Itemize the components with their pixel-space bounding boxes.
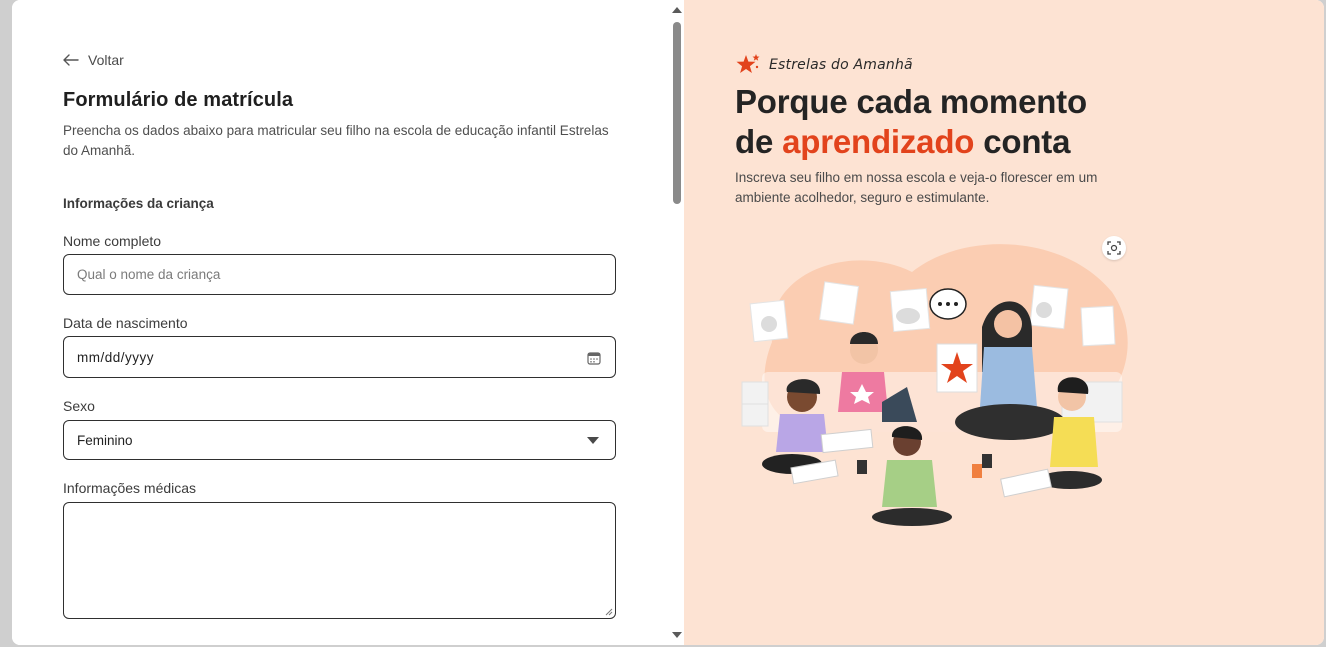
back-link[interactable]: Voltar [63, 52, 124, 68]
full-name-input[interactable] [77, 255, 577, 294]
sex-selected-value: Feminino [77, 432, 133, 448]
hero-headline: Porque cada momento de aprendizado conta [735, 82, 1295, 162]
scroll-up-arrow-icon[interactable] [672, 7, 682, 13]
star-logo-icon [736, 54, 760, 73]
form-panel: Voltar Formulário de matrícula Preencha … [12, 0, 684, 645]
back-label: Voltar [88, 52, 124, 68]
headline-line-1: Porque cada momento [735, 83, 1087, 120]
scan-icon [1107, 241, 1121, 255]
classroom-illustration [741, 244, 1128, 526]
sex-select[interactable]: Feminino [63, 420, 616, 460]
arrow-left-icon [63, 54, 79, 66]
section-title-child-info: Informações da criança [63, 196, 214, 211]
birth-date-placeholder: mm/dd/yyyy [77, 349, 155, 365]
hero-subtext: Inscreva seu filho em nossa escola e vej… [735, 170, 1098, 205]
headline-suffix: conta [974, 123, 1071, 160]
chevron-down-icon [587, 437, 599, 444]
scan-button[interactable] [1102, 236, 1126, 260]
scroll-down-arrow-icon[interactable] [672, 632, 682, 638]
page-title: Formulário de matrícula [63, 89, 294, 111]
vertical-scrollbar[interactable] [670, 0, 684, 645]
headline-accent: aprendizado [782, 123, 975, 160]
brand: Estrelas do Amanhã [735, 53, 913, 77]
sex-label: Sexo [63, 398, 95, 414]
medical-info-textarea[interactable] [63, 502, 616, 619]
headline-prefix: de [735, 123, 783, 160]
birth-date-field[interactable]: mm/dd/yyyy [63, 336, 616, 378]
full-name-label: Nome completo [63, 233, 162, 249]
page-description: Preencha os dados abaixo para matricular… [63, 123, 609, 158]
brand-name: Estrelas do Amanhã [769, 57, 913, 73]
resize-grip-icon[interactable] [605, 608, 613, 616]
hero-panel: Estrelas do Amanhã Porque cada momento d… [684, 0, 1324, 645]
birth-date-label: Data de nascimento [63, 315, 188, 331]
medical-info-label: Informações médicas [63, 480, 197, 496]
calendar-icon[interactable] [587, 351, 601, 365]
scrollbar-thumb[interactable] [673, 22, 681, 204]
full-name-field-box [63, 254, 616, 295]
app-window: Voltar Formulário de matrícula Preencha … [12, 0, 1324, 645]
